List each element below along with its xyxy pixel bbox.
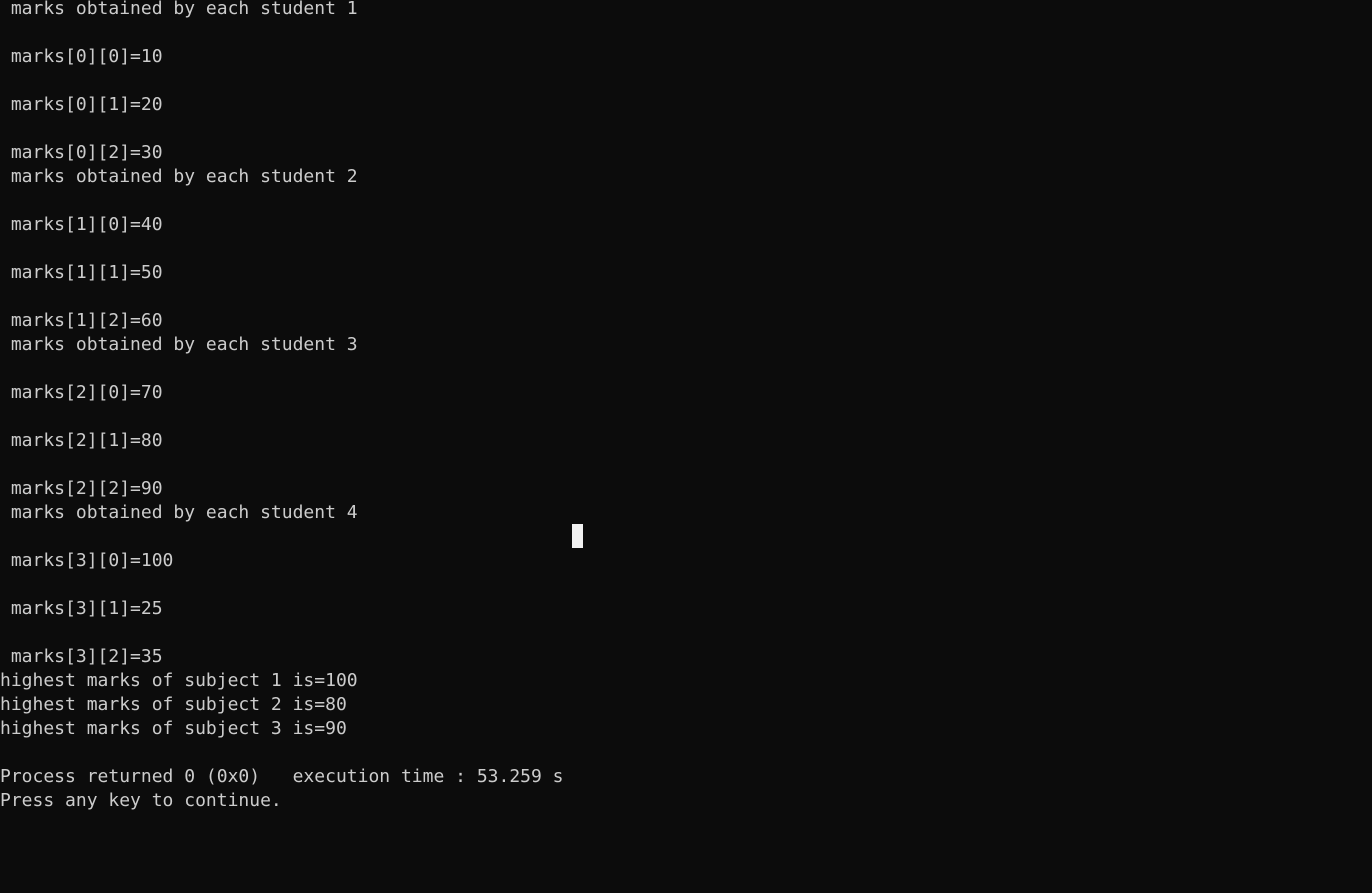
console-line: marks[2][2]=90 bbox=[0, 478, 163, 499]
console-line: marks[0][1]=20 bbox=[0, 94, 163, 115]
console-line: marks obtained by each student 1 bbox=[0, 0, 358, 19]
console-line: marks obtained by each student 3 bbox=[0, 334, 358, 355]
console-line: marks[0][2]=30 bbox=[0, 142, 163, 163]
console-line: marks[2][0]=70 bbox=[0, 382, 163, 403]
console-line: marks[0][0]=10 bbox=[0, 46, 163, 67]
console-line: marks[3][0]=100 bbox=[0, 550, 174, 571]
console-line: highest marks of subject 1 is=100 bbox=[0, 670, 358, 691]
text-cursor bbox=[572, 524, 583, 548]
console-line: Process returned 0 (0x0) execution time … bbox=[0, 766, 564, 787]
console-line: highest marks of subject 3 is=90 bbox=[0, 718, 347, 739]
console-line: marks[3][1]=25 bbox=[0, 598, 163, 619]
console-line: marks[1][0]=40 bbox=[0, 214, 163, 235]
console-line: marks[1][2]=60 bbox=[0, 310, 163, 331]
console-line: marks[2][1]=80 bbox=[0, 430, 163, 451]
console-output[interactable]: marks obtained by each student 1 marks[0… bbox=[0, 0, 1372, 893]
console-line: marks obtained by each student 2 bbox=[0, 166, 358, 187]
console-line: marks[1][1]=50 bbox=[0, 262, 163, 283]
console-line: Press any key to continue. bbox=[0, 790, 282, 811]
console-line: marks[3][2]=35 bbox=[0, 646, 163, 667]
console-line: marks obtained by each student 4 bbox=[0, 502, 358, 523]
console-line: highest marks of subject 2 is=80 bbox=[0, 694, 347, 715]
